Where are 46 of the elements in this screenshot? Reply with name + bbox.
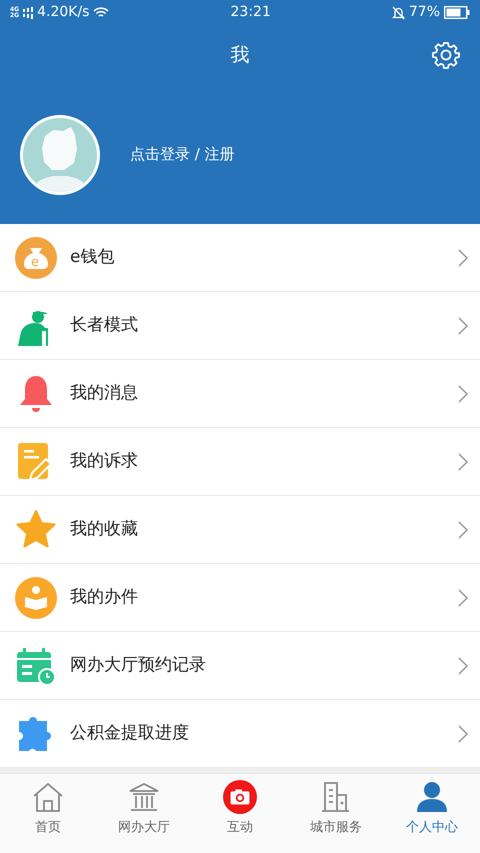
menu-label: 我的诉求	[70, 450, 139, 473]
muted-bell-icon	[392, 6, 405, 20]
tab[interactable]: 城市服务	[288, 774, 384, 853]
chevron-right-icon	[458, 656, 468, 674]
menu-item[interactable]: 网办大厅预约记录	[0, 632, 480, 700]
chevron-right-icon	[458, 724, 468, 742]
settings-icon[interactable]	[432, 41, 460, 69]
menu-label: 我的收藏	[70, 518, 139, 541]
wifi-icon	[93, 6, 110, 19]
person-icon	[415, 780, 449, 814]
chevron-right-icon	[458, 452, 468, 470]
menu-label: e钱包	[70, 246, 116, 269]
menu-label: 我的办件	[70, 586, 139, 609]
menu-item[interactable]: 公积金提取进度	[0, 700, 480, 768]
chevron-right-icon	[458, 248, 468, 266]
tab[interactable]: 个人中心	[384, 774, 480, 853]
menu-item[interactable]: 我的办件	[0, 564, 480, 632]
signal-icon	[23, 6, 34, 18]
home-icon	[31, 780, 65, 814]
network-speed-text: 4.20K/s	[37, 3, 90, 22]
menu-item[interactable]: 长者模式	[0, 292, 480, 360]
chevron-right-icon	[458, 588, 468, 606]
battery-percent-text: 77%	[408, 3, 440, 22]
menu-item[interactable]: e e钱包	[0, 224, 480, 292]
bank-icon	[127, 780, 161, 814]
chevron-right-icon	[458, 520, 468, 538]
chevron-right-icon	[458, 316, 468, 334]
page-title: 我	[230, 42, 250, 68]
money-bag-icon	[14, 236, 58, 280]
menu-label: 网办大厅预约记录	[70, 654, 207, 677]
menu-item[interactable]: 我的收藏	[0, 496, 480, 564]
menu-item[interactable]: 我的消息	[0, 360, 480, 428]
menu-label: 公积金提取进度	[70, 722, 190, 745]
camera-icon	[222, 780, 258, 814]
battery-icon	[444, 6, 470, 19]
login-link[interactable]: 点击登录 / 注册	[130, 143, 235, 166]
time-text: 23:21	[230, 3, 271, 22]
menu-label: 我的消息	[70, 382, 139, 405]
reading-person-icon	[14, 576, 58, 620]
tab[interactable]: 网办大厅	[96, 774, 192, 853]
chevron-right-icon	[458, 384, 468, 402]
icon-letter-text: e	[31, 256, 39, 268]
menu-label: 长者模式	[70, 314, 139, 337]
tab[interactable]: 首页	[0, 774, 96, 853]
menu-item[interactable]: 我的诉求	[0, 428, 480, 496]
tab[interactable]: 互动	[192, 774, 288, 853]
